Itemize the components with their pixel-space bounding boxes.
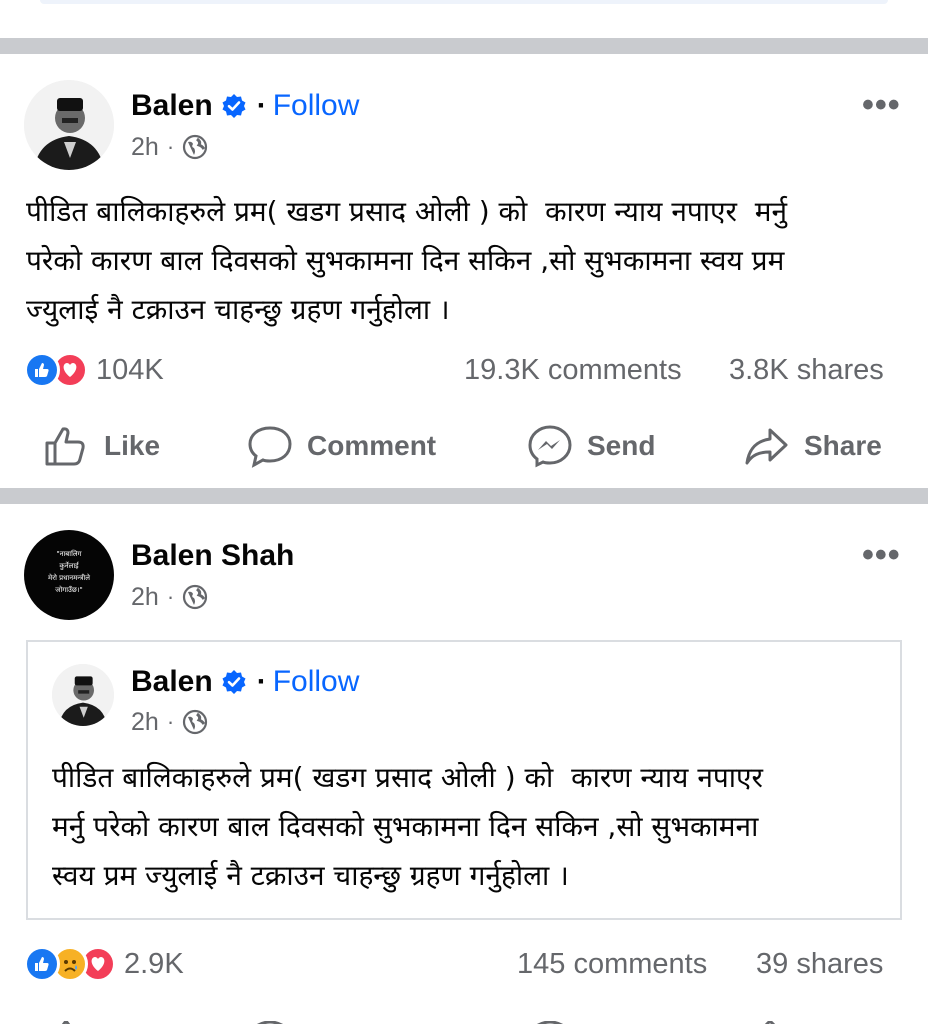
post-time[interactable]: 2h <box>131 708 159 737</box>
more-options-icon[interactable]: ••• <box>862 86 901 125</box>
shared-post-meta: 2h · <box>131 707 208 737</box>
send-button[interactable]: Send <box>527 424 655 468</box>
comment-button[interactable]: Comment <box>247 424 436 468</box>
post-text: पीडित बालिकाहरुले प्रम( खडग प्रसाद ओली )… <box>26 195 788 326</box>
meta-dot: · <box>166 709 175 734</box>
like-label: Like <box>104 430 161 461</box>
globe-icon <box>183 584 208 610</box>
globe-icon <box>183 134 208 160</box>
feed-separator <box>0 38 928 54</box>
comment-icon <box>248 426 292 468</box>
share-count[interactable]: 39 shares <box>756 948 883 981</box>
previous-card-edge <box>40 0 888 4</box>
author-name[interactable]: Balen <box>131 89 213 123</box>
reactions-summary[interactable]: 2.9K <box>24 946 184 982</box>
avatar-photo <box>52 664 114 726</box>
shared-post-text: पीडित बालिकाहरुले प्रम( खडग प्रसाद ओली )… <box>52 761 763 892</box>
shared-avatar[interactable] <box>52 664 114 726</box>
like-button[interactable]: Like <box>44 424 160 468</box>
action-bar-partial <box>0 1016 928 1024</box>
send-label: Send <box>587 430 656 461</box>
messenger-icon <box>528 425 572 468</box>
post-meta: 2h · <box>131 132 208 162</box>
feed-separator <box>0 488 928 504</box>
share-label: Share <box>804 430 882 461</box>
comment-count[interactable]: 19.3K comments <box>464 354 682 387</box>
comment-count[interactable]: 145 comments <box>517 948 707 981</box>
reaction-count: 104K <box>96 353 164 386</box>
share-arrow-icon <box>745 428 788 465</box>
author-name[interactable]: Balen Shah <box>131 539 294 573</box>
share-count[interactable]: 3.8K shares <box>729 354 884 387</box>
like-icon <box>24 946 60 982</box>
verified-badge-icon <box>221 669 247 695</box>
follow-button[interactable]: Follow <box>273 665 360 699</box>
like-icon <box>24 352 60 388</box>
follow-button[interactable]: Follow <box>273 89 360 123</box>
avatar-photo <box>24 80 114 170</box>
more-options-icon[interactable]: ••• <box>862 536 901 575</box>
meta-dot: · <box>166 584 175 609</box>
reactions-summary[interactable]: 104K <box>24 352 164 388</box>
shared-author-name[interactable]: Balen <box>131 665 213 699</box>
meta-dot: · <box>166 134 175 159</box>
post-time[interactable]: 2h <box>131 133 159 162</box>
avatar[interactable]: "नाबालिग कुर्नेलाई मेरो प्रधानमन्त्रीले … <box>24 530 114 620</box>
avatar-quote-text: "नाबालिग कुर्नेलाई मेरो प्रधानमन्त्रीले … <box>48 550 90 594</box>
share-button[interactable]: Share <box>744 424 882 468</box>
comment-label: Comment <box>307 430 437 461</box>
verified-badge-icon <box>221 93 247 119</box>
avatar[interactable] <box>24 80 114 170</box>
separator-dot: · <box>256 665 267 698</box>
thumbs-up-icon <box>45 427 85 466</box>
reaction-count: 2.9K <box>124 947 184 980</box>
post-time[interactable]: 2h <box>131 583 159 612</box>
globe-icon <box>183 709 208 735</box>
separator-dot: · <box>256 89 267 122</box>
post-meta: 2h · <box>131 582 208 612</box>
